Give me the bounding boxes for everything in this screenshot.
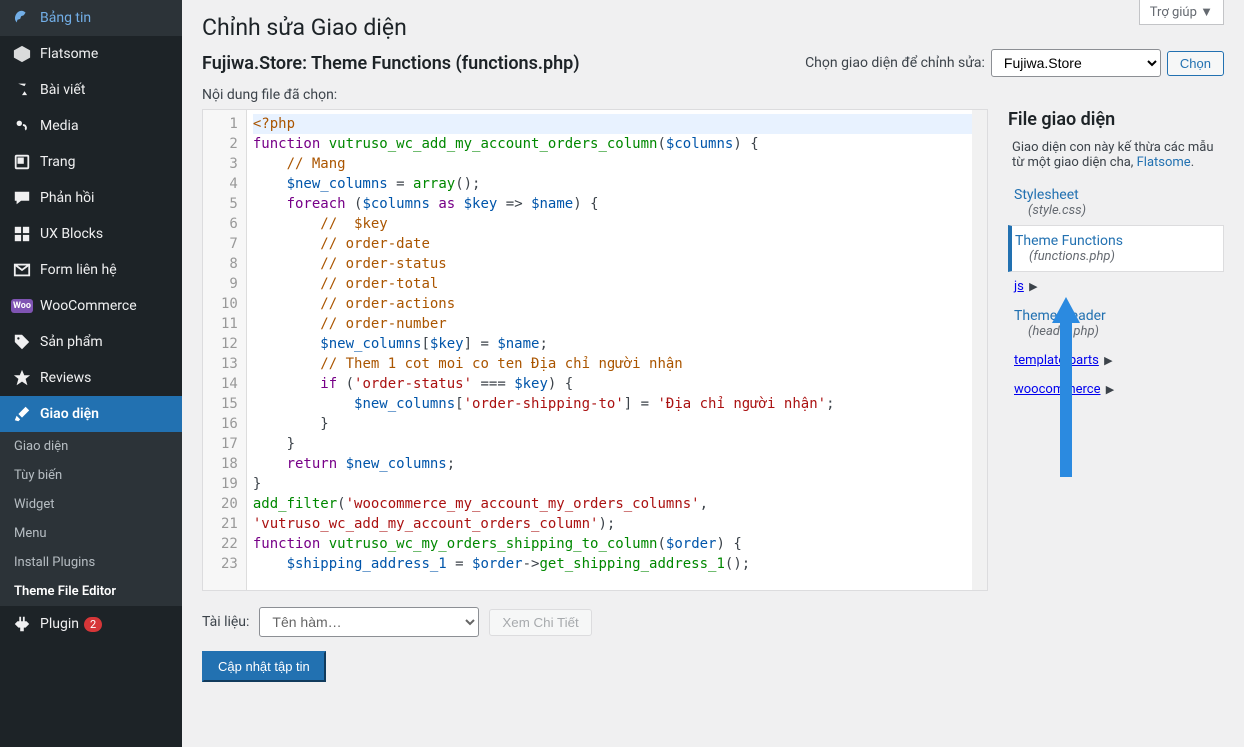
code-line[interactable]: 'vutruso_wc_add_my_account_orders_column… — [253, 514, 981, 534]
file-entry-theme-header[interactable]: Theme Header(header.php) — [1008, 301, 1224, 346]
sidebar-item-trang[interactable]: Trang — [0, 144, 182, 180]
code-line[interactable]: function vutruso_wc_add_my_account_order… — [253, 134, 981, 154]
file-folder-woocommerce[interactable]: woocommerce ▶ — [1008, 375, 1224, 404]
sidebar-item-label: Media — [40, 118, 79, 134]
file-folder-js[interactable]: js ▶ — [1008, 272, 1224, 301]
blocks-icon — [12, 224, 32, 244]
file-entry-theme-functions[interactable]: Theme Functions(functions.php) — [1008, 225, 1224, 272]
page-icon — [12, 152, 32, 172]
submenu-item-widget[interactable]: Widget — [0, 490, 182, 519]
sidebar-item-phản-hồi[interactable]: Phản hồi — [0, 180, 182, 216]
update-file-button[interactable]: Cập nhật tập tin — [202, 651, 326, 682]
theme-select-label: Chọn giao diện để chỉnh sửa: — [805, 55, 985, 71]
scrollbar[interactable] — [972, 110, 987, 590]
sidebar-item-sản-phẩm[interactable]: Sản phẩm — [0, 324, 182, 360]
sidebar-item-label: Phản hồi — [40, 190, 94, 206]
code-line[interactable]: $new_columns = array(); — [253, 174, 981, 194]
sidebar-item-ux-blocks[interactable]: UX Blocks — [0, 216, 182, 252]
select-theme-button[interactable]: Chọn — [1167, 51, 1224, 76]
code-line[interactable]: function vutruso_wc_my_orders_shipping_t… — [253, 534, 981, 554]
code-line[interactable]: // order-status — [253, 254, 981, 274]
doc-view-button[interactable]: Xem Chi Tiết — [489, 609, 591, 636]
code-line[interactable]: // $key — [253, 214, 981, 234]
sidebar-item-label: Sản phẩm — [40, 334, 103, 350]
caret-right-icon: ▶ — [1104, 354, 1112, 367]
sidebar-item-media[interactable]: Media — [0, 108, 182, 144]
code-line[interactable]: } — [253, 414, 981, 434]
code-line[interactable]: } — [253, 474, 981, 494]
dashboard-icon — [12, 8, 32, 28]
code-line[interactable]: $shipping_address_1 = $order->get_shippi… — [253, 554, 981, 574]
code-line[interactable]: // Mang — [253, 154, 981, 174]
plugin-icon — [12, 614, 32, 634]
caret-right-icon: ▶ — [1029, 280, 1037, 293]
page-title: Chỉnh sửa Giao diện — [202, 0, 1224, 49]
sidebar-item-giao-diện[interactable]: Giao diện — [0, 396, 182, 432]
code-line[interactable]: foreach ($columns as $key => $name) { — [253, 194, 981, 214]
star-icon — [12, 368, 32, 388]
code-line[interactable]: // order-number — [253, 314, 981, 334]
submenu-item-giao-diện[interactable]: Giao diện — [0, 432, 182, 461]
code-line[interactable]: add_filter('woocommerce_my_account_my_or… — [253, 494, 981, 514]
files-desc: Giao diện con này kế thừa các mẫu từ một… — [1008, 140, 1224, 170]
file-tree: Stylesheet(style.css)Theme Functions(fun… — [1008, 180, 1224, 404]
code-line[interactable]: $new_columns['order-shipping-to'] = 'Địa… — [253, 394, 981, 414]
content-label: Nội dung file đã chọn: — [202, 87, 1224, 103]
sidebar-item-label: Plugin — [40, 616, 79, 632]
woo-icon: Woo — [12, 296, 32, 316]
admin-sidebar: Bảng tin Flatsome Bài viết Media Trang Phản h… — [0, 0, 182, 747]
code-editor[interactable]: 1234567891011121314151617181920212223 <?… — [202, 109, 988, 591]
code-line[interactable]: // Them 1 cot moi co ten Địa chỉ người n… — [253, 354, 981, 374]
sidebar-item-label: Reviews — [40, 370, 91, 386]
product-icon — [12, 332, 32, 352]
sidebar-item-label: Trang — [40, 154, 76, 170]
submenu-item-install-plugins[interactable]: Install Plugins — [0, 548, 182, 577]
submenu-item-theme-file-editor[interactable]: Theme File Editor — [0, 577, 182, 606]
parent-theme-link[interactable]: Flatsome — [1137, 155, 1191, 170]
badge: 2 — [84, 617, 102, 632]
line-gutter: 1234567891011121314151617181920212223 — [203, 110, 247, 590]
caret-right-icon: ▶ — [1106, 383, 1114, 396]
code-line[interactable]: // order-date — [253, 234, 981, 254]
sidebar-item-label: Giao diện — [40, 406, 99, 422]
sidebar-item-label: WooCommerce — [40, 298, 137, 314]
code-line[interactable]: // order-actions — [253, 294, 981, 314]
sidebar-item-form-liên-hệ[interactable]: Form liên hệ — [0, 252, 182, 288]
code-line[interactable]: // order-total — [253, 274, 981, 294]
code-line[interactable]: return $new_columns; — [253, 454, 981, 474]
sidebar-item-flatsome[interactable]: Flatsome — [0, 36, 182, 72]
submenu-item-tùy-biến[interactable]: Tùy biến — [0, 461, 182, 490]
doc-select[interactable]: Tên hàm… — [259, 607, 479, 637]
sidebar-item-reviews[interactable]: Reviews — [0, 360, 182, 396]
file-entry-stylesheet[interactable]: Stylesheet(style.css) — [1008, 180, 1224, 225]
sidebar-item-label: Bài viết — [40, 82, 85, 98]
file-folder-template-parts[interactable]: template-parts ▶ — [1008, 346, 1224, 375]
media-icon — [12, 116, 32, 136]
pin-icon — [12, 80, 32, 100]
main-content: Trợ giúp ▼ Chỉnh sửa Giao diện Fujiwa.St… — [182, 0, 1244, 747]
comment-icon — [12, 188, 32, 208]
brush-icon — [12, 404, 32, 424]
sidebar-item-label: Flatsome — [40, 46, 98, 62]
sidebar-item-label: UX Blocks — [40, 226, 103, 242]
flatsome-icon — [12, 44, 32, 64]
sidebar-item-label: Bảng tin — [40, 10, 91, 26]
sidebar-item-bảng-tin[interactable]: Bảng tin — [0, 0, 182, 36]
file-title: Fujiwa.Store: Theme Functions (functions… — [202, 53, 580, 74]
help-tab[interactable]: Trợ giúp ▼ — [1139, 0, 1224, 25]
theme-select[interactable]: Fujiwa.Store — [991, 49, 1161, 77]
code-line[interactable]: <?php — [253, 114, 981, 134]
code-line[interactable]: if ('order-status' === $key) { — [253, 374, 981, 394]
sidebar-item-bài-viết[interactable]: Bài viết — [0, 72, 182, 108]
submenu-item-menu[interactable]: Menu — [0, 519, 182, 548]
code-body[interactable]: <?phpfunction vutruso_wc_add_my_account_… — [247, 110, 987, 590]
doc-label: Tài liệu: — [202, 614, 249, 630]
code-line[interactable]: $new_columns[$key] = $name; — [253, 334, 981, 354]
code-line[interactable]: } — [253, 434, 981, 454]
sidebar-item-plugin[interactable]: Plugin 2 — [0, 606, 182, 642]
sidebar-item-label: Form liên hệ — [40, 262, 117, 278]
mail-icon — [12, 260, 32, 280]
sidebar-item-woocommerce[interactable]: Woo WooCommerce — [0, 288, 182, 324]
files-heading: File giao diện — [1008, 109, 1224, 130]
